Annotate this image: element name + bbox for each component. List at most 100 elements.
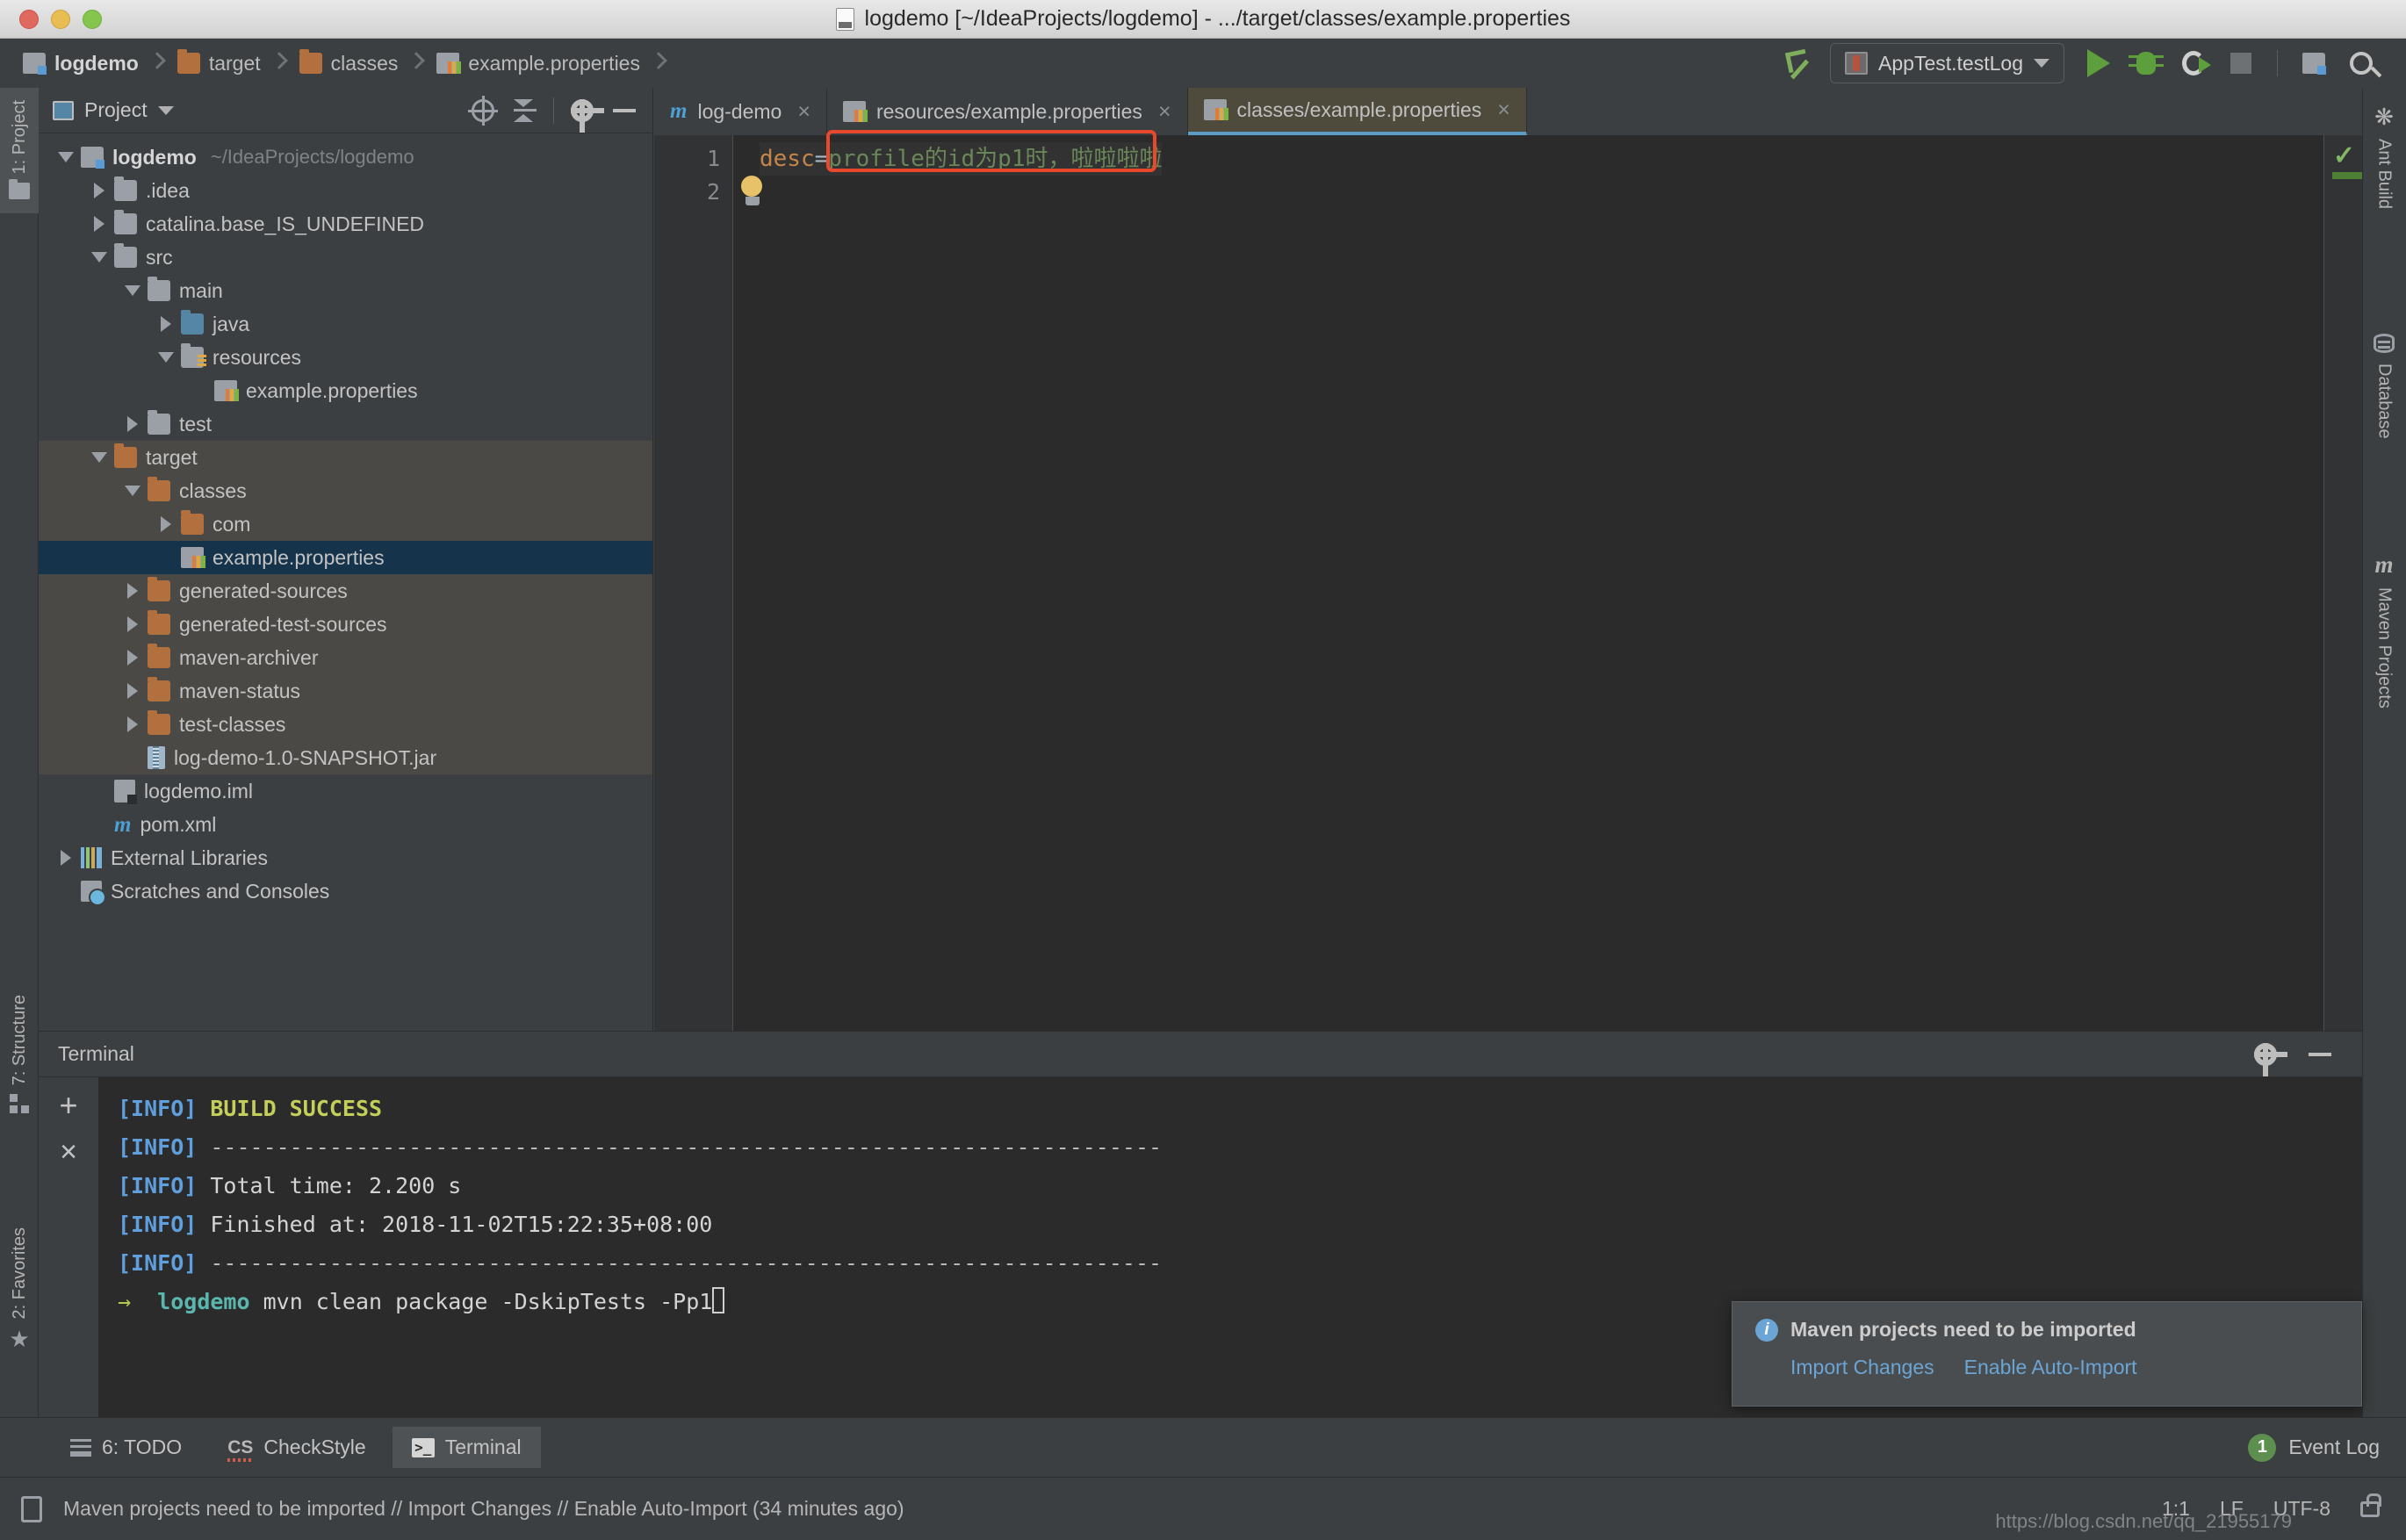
expand-arrow-icon[interactable] <box>84 216 114 232</box>
file-encoding[interactable]: UTF-8 <box>2273 1497 2330 1521</box>
collapse-all-icon <box>514 98 537 122</box>
project-structure-button[interactable] <box>2290 42 2338 84</box>
tree-row[interactable]: External Libraries <box>39 841 652 874</box>
tree-row[interactable]: Scratches and Consoles <box>39 874 652 908</box>
collapse-arrow-icon[interactable] <box>118 486 148 496</box>
tool-button-terminal[interactable]: >_ Terminal <box>392 1427 541 1468</box>
run-button[interactable] <box>2075 42 2122 84</box>
sidebar-item-structure[interactable]: 7: Structure <box>0 982 39 1127</box>
tree-row[interactable]: generated-sources <box>39 574 652 608</box>
project-panel-title[interactable]: Project <box>53 98 174 122</box>
caret-position[interactable]: 1:1 <box>2162 1497 2190 1521</box>
collapse-arrow-icon[interactable] <box>118 285 148 296</box>
info-icon: i <box>1755 1318 1778 1342</box>
editor-tab[interactable]: resources/example.properties × <box>826 88 1188 135</box>
stop-button[interactable] <box>2217 42 2265 84</box>
breadcrumb-item-example-properties[interactable]: example.properties <box>436 52 640 76</box>
navigate-back-button[interactable] <box>1776 42 1823 84</box>
tree-row[interactable]: src <box>39 241 652 274</box>
terminal-settings-button[interactable] <box>2246 1035 2287 1076</box>
tree-row[interactable]: maven-archiver <box>39 641 652 674</box>
expand-arrow-icon[interactable] <box>84 183 114 198</box>
expand-arrow-icon[interactable] <box>151 316 181 332</box>
search-everywhere-button[interactable] <box>2338 42 2385 84</box>
terminal-line: [INFO] ---------------------------------… <box>118 1128 2362 1167</box>
tree-row[interactable]: .idea <box>39 174 652 207</box>
inspection-ok-icon[interactable]: ✓ <box>2333 140 2355 171</box>
sidebar-item-project[interactable]: 1: Project <box>0 88 39 214</box>
tool-button-todo[interactable]: 6: TODO <box>51 1427 201 1468</box>
new-session-icon[interactable]: + <box>59 1090 77 1121</box>
tree-row[interactable]: m pom.xml <box>39 808 652 841</box>
sidebar-item-ant-build[interactable]: ❋ Ant Build <box>2362 97 2406 209</box>
tree-row[interactable]: test <box>39 407 652 441</box>
line-separator[interactable]: LF <box>2220 1497 2244 1521</box>
collapse-arrow-icon[interactable] <box>84 452 114 463</box>
tree-row[interactable]: generated-test-sources <box>39 608 652 641</box>
project-tree[interactable]: logdemo ~/IdeaProjects/logdemo .idea catali… <box>39 133 652 1154</box>
editor-marker-bar[interactable]: ✓ <box>2323 135 2362 1154</box>
breadcrumb-item-target[interactable]: target <box>176 49 261 76</box>
locate-button[interactable] <box>464 91 502 130</box>
notification-icon[interactable] <box>21 1495 42 1522</box>
import-changes-link[interactable]: Import Changes <box>1790 1356 1934 1379</box>
tree-row[interactable]: resources <box>39 341 652 374</box>
tree-row[interactable]: target <box>39 441 652 474</box>
java-file-icon <box>835 7 854 31</box>
expand-arrow-icon[interactable] <box>118 716 148 732</box>
expand-arrow-icon[interactable] <box>118 583 148 599</box>
expand-arrow-icon[interactable] <box>151 516 181 532</box>
breadcrumb-separator-icon <box>651 52 668 75</box>
debug-button[interactable] <box>2122 42 2170 84</box>
breadcrumb-item-classes[interactable]: classes <box>299 49 398 76</box>
expand-arrow-icon[interactable] <box>51 850 81 866</box>
collapse-arrow-icon[interactable] <box>151 352 181 363</box>
enable-auto-import-link[interactable]: Enable Auto-Import <box>1964 1356 2137 1379</box>
tree-row[interactable]: logdemo ~/IdeaProjects/logdemo <box>39 140 652 174</box>
tree-row[interactable]: test-classes <box>39 708 652 741</box>
tree-row[interactable]: classes <box>39 474 652 507</box>
tree-row[interactable]: logdemo.iml <box>39 774 652 808</box>
tree-row[interactable]: log-demo-1.0-SNAPSHOT.jar <box>39 741 652 774</box>
expand-arrow-icon[interactable] <box>118 683 148 699</box>
tree-row[interactable]: example.properties <box>39 374 652 407</box>
editor-tab[interactable]: m log-demo × <box>654 88 827 135</box>
maven-import-notification[interactable]: i Maven projects need to be imported Imp… <box>1732 1301 2362 1407</box>
left-tool-window-strip: 1: Project 7: Structure 2: Favorites ★ <box>0 88 39 1417</box>
editor-code[interactable]: desc=profile的id为p1时，啦啦啦啦 <box>760 130 2362 1154</box>
close-tab-icon[interactable]: × <box>797 99 810 125</box>
collapse-all-button[interactable] <box>506 91 544 130</box>
sidebar-item-maven-projects[interactable]: m Maven Projects <box>2362 544 2406 709</box>
hide-panel-button[interactable] <box>605 91 644 130</box>
tool-button-checkstyle[interactable]: CS CheckStyle <box>208 1427 385 1468</box>
close-tab-icon[interactable]: × <box>1158 99 1171 125</box>
tree-row[interactable]: main <box>39 274 652 307</box>
folder-icon <box>148 677 170 702</box>
event-log-button[interactable]: 1 Event Log <box>2248 1433 2380 1462</box>
expand-arrow-icon[interactable] <box>118 650 148 666</box>
close-session-icon[interactable]: × <box>60 1137 77 1167</box>
editor-body[interactable]: 1 2 desc=profile的id为p1时，啦啦啦啦 ✓ <box>654 130 2362 1154</box>
panel-settings-button[interactable] <box>563 91 604 133</box>
expand-arrow-icon[interactable] <box>118 616 148 632</box>
sidebar-item-favorites[interactable]: 2: Favorites ★ <box>0 1215 39 1364</box>
tree-row[interactable]: maven-status <box>39 674 652 708</box>
close-tab-icon[interactable]: × <box>1497 97 1510 123</box>
editor-tab[interactable]: classes/example.properties × <box>1187 88 1527 135</box>
tree-row[interactable]: example.properties <box>39 541 652 574</box>
tree-row[interactable]: java <box>39 307 652 341</box>
run-with-coverage-button[interactable] <box>2170 42 2217 84</box>
read-only-lock-icon[interactable] <box>2360 1493 2381 1517</box>
tree-row[interactable]: catalina.base_IS_UNDEFINED <box>39 207 652 241</box>
run-configuration-selector[interactable]: AppTest.testLog <box>1830 43 2064 83</box>
terminal-hide-button[interactable] <box>2301 1035 2339 1074</box>
collapse-arrow-icon[interactable] <box>51 152 81 162</box>
sidebar-item-database[interactable]: Database <box>2362 325 2406 439</box>
editor-tab-bar[interactable]: m log-demo × resources/example.properties × c… <box>654 88 2362 135</box>
breadcrumb-item-logdemo[interactable]: logdemo <box>23 52 139 76</box>
terminal-log-tag: [INFO] <box>118 1250 198 1276</box>
collapse-arrow-icon[interactable] <box>84 252 114 263</box>
expand-arrow-icon[interactable] <box>118 416 148 432</box>
tree-row[interactable]: com <box>39 507 652 541</box>
tree-row-label: classes <box>179 479 247 502</box>
